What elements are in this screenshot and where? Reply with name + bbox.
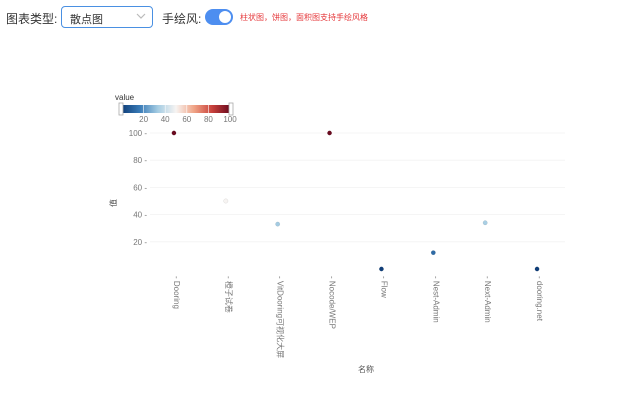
- data-point[interactable]: [430, 250, 436, 256]
- chevron-down-icon: [136, 13, 146, 19]
- visualmap-tick-label: 60: [182, 115, 191, 124]
- visualmap-tick-label: 20: [139, 115, 148, 124]
- visualmap-bar[interactable]: [122, 105, 230, 113]
- chart-type-label: 图表类型:: [6, 12, 58, 26]
- x-tick-label: - Nest-Admin: [431, 276, 440, 323]
- x-tick-label: - VitDooring可视化大屏: [276, 276, 286, 358]
- x-axis-label: 名称: [358, 364, 374, 374]
- handdrawn-hint: 柱状图，饼图，面积图支持手绘风格: [240, 13, 368, 22]
- data-point[interactable]: [275, 221, 281, 227]
- visualmap-tick-label: 100: [223, 115, 237, 124]
- data-point[interactable]: [327, 130, 332, 136]
- handdrawn-toggle[interactable]: [205, 9, 233, 25]
- x-tick-label: - Flow: [379, 276, 388, 298]
- handdrawn-label: 手绘风:: [162, 12, 202, 26]
- chart-type-select[interactable]: 散点图: [61, 6, 153, 28]
- data-point[interactable]: [379, 266, 384, 272]
- visualmap-tick-label: 80: [204, 115, 213, 124]
- chart-type-value: 散点图: [70, 14, 103, 26]
- toggle-knob: [219, 11, 231, 23]
- y-tick-label: 40 -: [133, 211, 147, 220]
- x-tick-label: - dooring.net: [535, 276, 544, 322]
- data-point[interactable]: [223, 198, 229, 204]
- toolbar: 图表类型: 散点图 手绘风: 柱状图，饼图，面积图支持手绘风格: [0, 0, 640, 36]
- data-point[interactable]: [171, 130, 177, 136]
- y-tick-label: 20 -: [133, 238, 147, 247]
- y-tick-label: 60 -: [133, 183, 147, 192]
- visualmap-tick-label: 40: [161, 115, 170, 124]
- visualmap-handle-left[interactable]: [118, 102, 124, 116]
- x-tick-label: - 橙子试卷: [224, 276, 234, 313]
- y-axis-label: 值: [108, 199, 118, 207]
- y-tick-label: 80 -: [133, 156, 147, 165]
- scatter-chart: value 20 40 60 80 100 20 -40 -60 -80 -100 - …: [108, 93, 565, 374]
- x-tick-label: - Next-Admin: [483, 276, 492, 323]
- data-point[interactable]: [534, 266, 540, 272]
- data-point[interactable]: [482, 220, 488, 226]
- x-tick-label: - Dooring: [172, 276, 181, 309]
- visualmap-title: value: [115, 93, 135, 102]
- x-tick-label: - Nocode/WEP: [328, 276, 337, 329]
- y-tick-label: 100 -: [129, 129, 148, 138]
- visualmap-handle-right[interactable]: [228, 102, 234, 116]
